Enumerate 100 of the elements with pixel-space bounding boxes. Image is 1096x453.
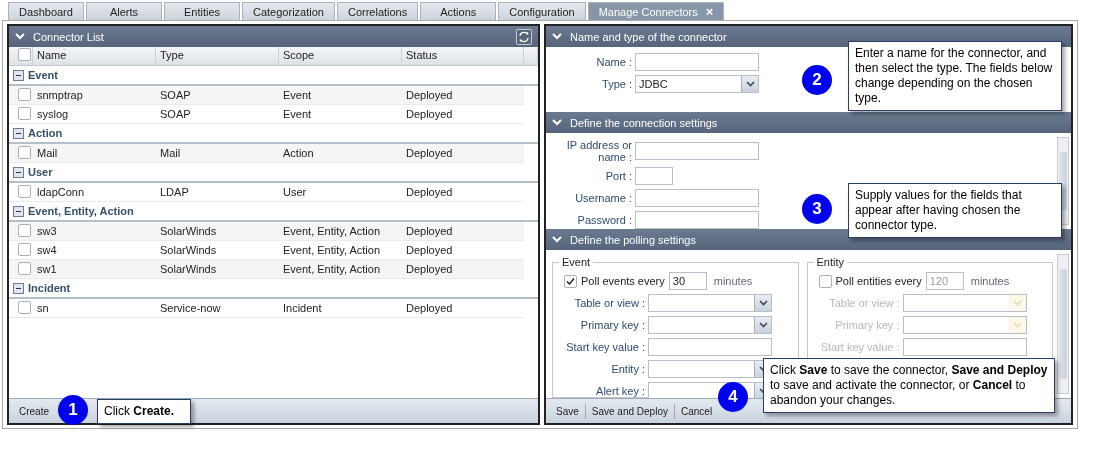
field-label: IP address or name : xyxy=(565,139,632,163)
callout-tooltip: Supply values for the fields that appear after having chosen the connector type. xyxy=(848,183,1062,238)
table-cell-text: SolarWinds xyxy=(159,244,218,256)
tab[interactable]: Configuration xyxy=(498,2,586,20)
tab[interactable]: Dashboard xyxy=(8,2,84,20)
table-cell-text: Mail xyxy=(159,147,182,159)
section-title: Define the polling settings xyxy=(570,233,697,246)
callout-tooltip: Click Save to save the connector, Save and Deploy to save and activate the connector, or Cancel to abandon your changes. xyxy=(763,358,1055,413)
table-cell-text: sn xyxy=(36,302,50,314)
tab[interactable]: Correlations xyxy=(336,2,419,20)
field-label: Alert key : xyxy=(595,385,645,397)
field-label: Table or view : xyxy=(828,297,900,309)
chevron-icon[interactable] xyxy=(552,119,562,126)
callout-tooltip: Enter a name for the connector, and then select the type. The fields below change depending on the chosen type. xyxy=(848,41,1062,111)
column-header[interactable]: Scope xyxy=(279,47,402,63)
input-field[interactable] xyxy=(648,338,772,356)
collapse-icon[interactable] xyxy=(13,282,24,294)
table-cell-text: syslog xyxy=(36,108,70,120)
field-label: Table or view : xyxy=(573,297,645,309)
table-cell-text: Service-now xyxy=(159,302,222,314)
group-legend: Entity xyxy=(813,256,847,268)
table-cell-text: sw1 xyxy=(36,263,58,275)
toolbar-button[interactable]: Save and Deploy xyxy=(585,403,675,419)
input-field[interactable] xyxy=(635,211,759,229)
table-cell-text: Event, Entity, Action xyxy=(282,263,381,275)
column-header[interactable]: Status xyxy=(402,47,524,63)
input-field[interactable]: 30 xyxy=(668,272,707,290)
chevron-icon[interactable] xyxy=(15,33,25,40)
table-cell-text: LDAP xyxy=(159,186,190,198)
table-cell-text: SOAP xyxy=(159,89,192,101)
scrollbar[interactable] xyxy=(1057,254,1069,394)
table-cell-text: ldapConn xyxy=(36,186,86,198)
tab[interactable]: Alerts xyxy=(86,2,162,20)
collapse-icon[interactable] xyxy=(13,127,24,139)
checkbox[interactable] xyxy=(18,242,31,256)
field-label: Username : xyxy=(574,192,632,204)
checkbox[interactable] xyxy=(18,48,31,62)
table-cell-text: User xyxy=(282,186,308,198)
section-title: Name and type of the connector xyxy=(570,30,728,43)
group-label: Event, Entity, Action xyxy=(28,205,134,217)
field-label: Type : xyxy=(601,78,632,90)
input-field[interactable] xyxy=(902,338,1027,356)
caret-icon xyxy=(1013,300,1022,306)
input-field[interactable] xyxy=(635,167,673,185)
checkbox-label: Poll entities every xyxy=(835,275,922,287)
input-field[interactable] xyxy=(635,142,759,160)
checkbox[interactable] xyxy=(18,106,31,120)
checkbox[interactable] xyxy=(18,184,31,198)
tab[interactable]: Entities xyxy=(164,2,240,20)
chevron-icon[interactable] xyxy=(552,236,562,243)
chevron-icon[interactable] xyxy=(552,33,562,40)
checkbox[interactable] xyxy=(564,274,577,288)
group-label: Incident xyxy=(28,282,71,294)
field-label: Entity : xyxy=(610,363,645,375)
input-field[interactable] xyxy=(635,53,759,71)
dropdown-field[interactable] xyxy=(648,316,772,334)
collapse-icon[interactable] xyxy=(13,205,24,217)
toolbar-button[interactable]: Create xyxy=(13,403,55,419)
toolbar-button[interactable]: Cancel xyxy=(674,403,719,419)
table-cell-text: Event, Entity, Action xyxy=(282,225,381,237)
table-cell-text: SolarWinds xyxy=(159,263,218,275)
dropdown-field[interactable] xyxy=(648,294,772,312)
checkbox[interactable] xyxy=(18,145,31,159)
column-header[interactable]: Name xyxy=(33,47,156,63)
caret-icon xyxy=(758,300,768,306)
field-label: Primary key : xyxy=(579,319,645,331)
tab[interactable]: Actions xyxy=(420,2,497,20)
checkbox-label: Poll events every xyxy=(581,275,665,287)
checkbox[interactable] xyxy=(18,87,31,101)
tab[interactable]: Categorization xyxy=(242,2,335,20)
field-label: Name : xyxy=(595,56,632,68)
input-field[interactable] xyxy=(635,189,759,207)
field-label: Password : xyxy=(576,214,632,226)
table-cell-text: Event, Entity, Action xyxy=(282,244,381,256)
checkbox[interactable] xyxy=(18,300,31,314)
toolbar-button[interactable]: Save xyxy=(550,403,586,419)
dropdown-field[interactable] xyxy=(902,294,1027,312)
refresh-icon[interactable] xyxy=(516,28,532,45)
table-cell-text: Deployed xyxy=(405,89,454,101)
field-label: Primary key : xyxy=(834,319,900,331)
unit-label: minutes xyxy=(713,275,753,287)
column-header[interactable]: Type xyxy=(156,47,279,63)
table-cell-text: Deployed xyxy=(405,302,454,314)
table-cell-text: Deployed xyxy=(405,147,454,159)
dropdown-field[interactable]: JDBC xyxy=(635,75,759,93)
collapse-icon[interactable] xyxy=(13,69,24,81)
collapse-icon[interactable] xyxy=(13,166,24,178)
checkbox[interactable] xyxy=(18,261,31,275)
field-label: Port : xyxy=(604,170,632,182)
table-cell-text: Event xyxy=(282,108,313,120)
table-cell-text: Deployed xyxy=(405,225,454,237)
table-cell-text: sw4 xyxy=(36,244,58,256)
table-cell-text: Mail xyxy=(36,147,59,159)
table-cell-text: Deployed xyxy=(405,186,454,198)
field-label: Start key value : xyxy=(819,341,900,353)
group-label: User xyxy=(28,166,53,178)
caret-icon xyxy=(758,322,768,328)
dropdown-field[interactable] xyxy=(902,316,1027,334)
table-cell-text: Action xyxy=(282,147,315,159)
checkbox[interactable] xyxy=(18,223,31,237)
